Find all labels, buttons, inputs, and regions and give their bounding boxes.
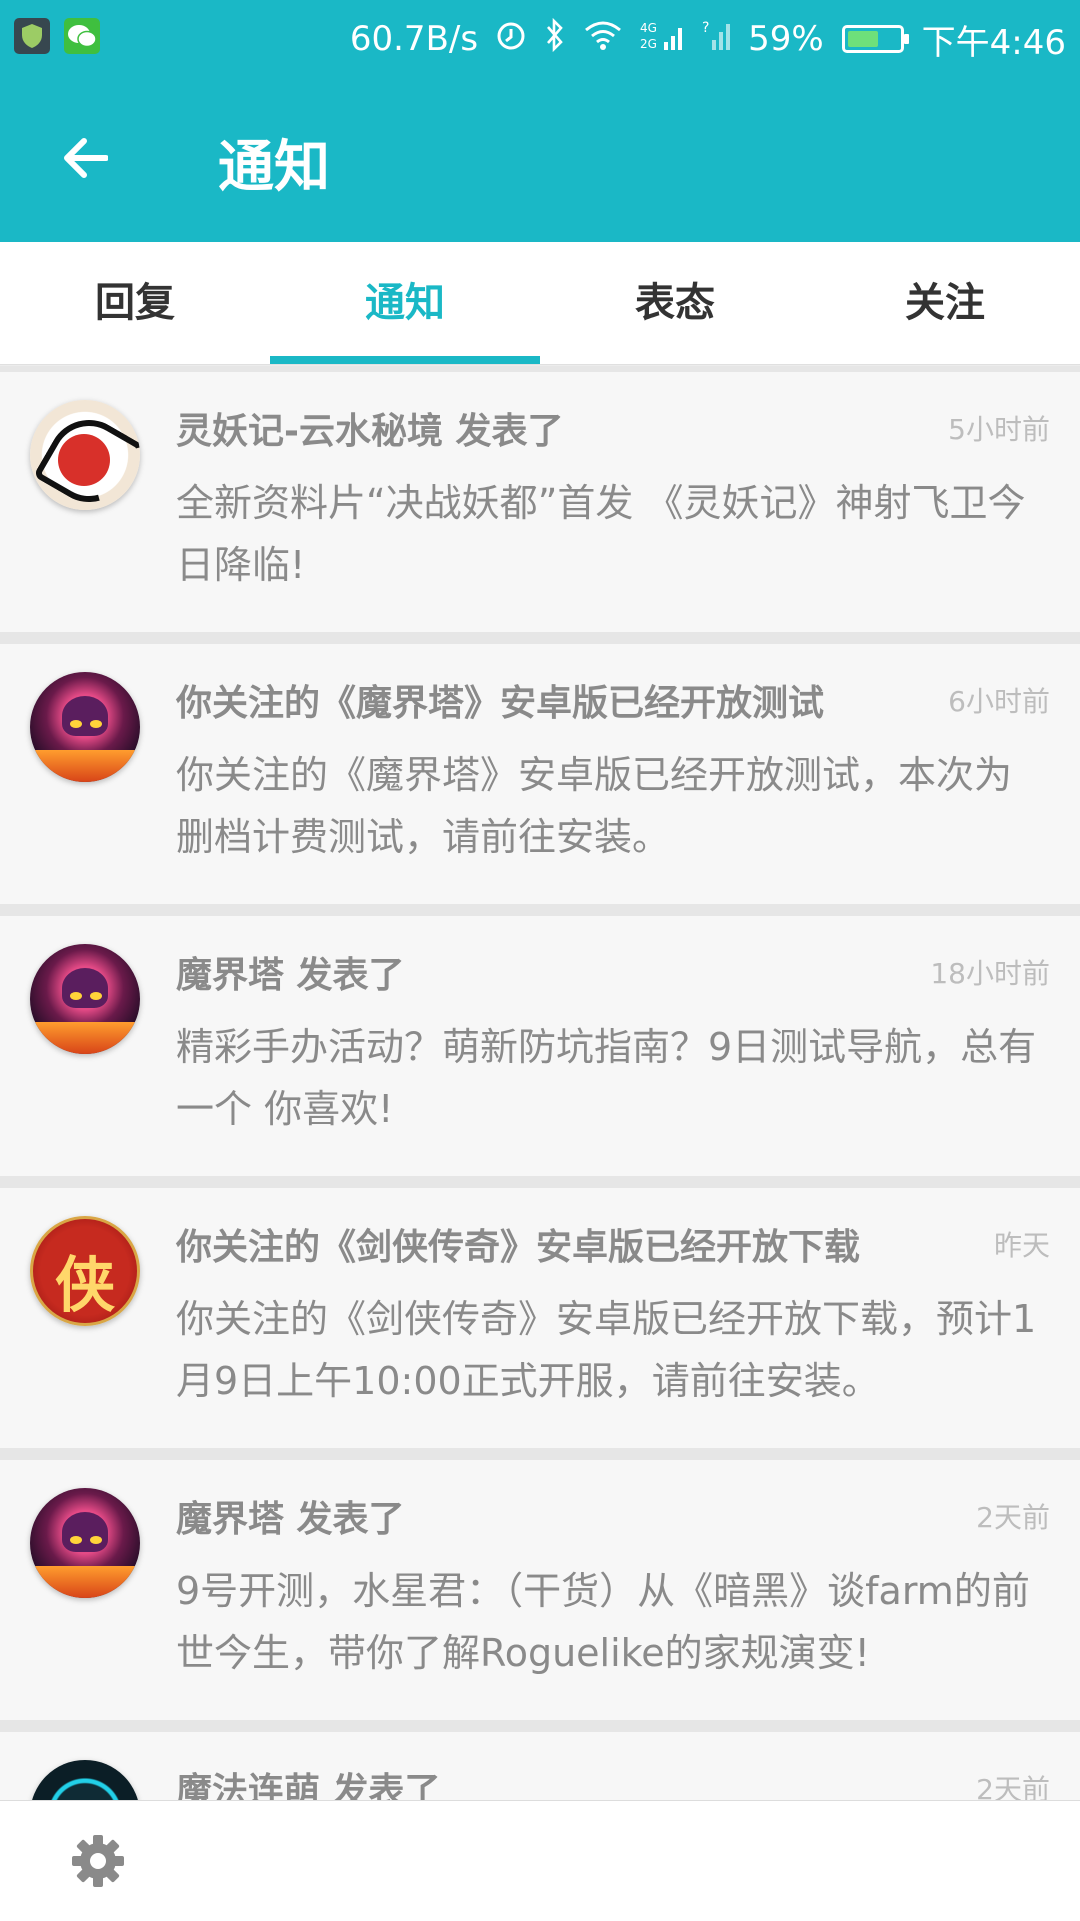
back-button[interactable] xyxy=(50,128,120,188)
clock: 下午4:46 xyxy=(921,22,1066,63)
avatar xyxy=(30,672,140,782)
avatar xyxy=(30,944,140,1054)
svg-text:?: ? xyxy=(702,20,709,36)
battery-icon xyxy=(841,25,909,53)
notification-title: 灵妖记-云水秘境 发表了 xyxy=(176,411,564,452)
tab-replies[interactable]: 回复 xyxy=(0,242,270,364)
notification-time: 18小时前 xyxy=(930,957,1050,990)
notification-time: 6小时前 xyxy=(948,685,1050,718)
notification-time: 5小时前 xyxy=(948,413,1050,446)
notification-title: 你关注的《剑侠传奇》安卓版已经开放下载 xyxy=(176,1227,861,1268)
network-speed: 60.7B/s xyxy=(349,19,479,59)
wechat-icon xyxy=(64,18,100,54)
status-right: 60.7B/s 4G 2G ? 59% 下午4:46 xyxy=(350,14,1066,64)
notification-title: 魔法连萌 发表了 xyxy=(176,1771,441,1800)
notification-body: 你关注的《剑侠传奇》安卓版已经开放下载，预计1月9日上午10:00正式开服，请前… xyxy=(176,1297,1037,1403)
bottom-bar xyxy=(0,1800,1080,1921)
cellular-signal-icon: 4G 2G xyxy=(640,18,684,61)
bluetooth-icon xyxy=(544,17,566,61)
notification-item[interactable]: 魔界塔 发表了 18小时前 精彩手办活动？萌新防坑指南？9日测试导航，总有一个 … xyxy=(0,916,1080,1188)
avatar xyxy=(30,1760,140,1800)
svg-text:2G: 2G xyxy=(640,37,657,51)
notification-body: 你关注的《魔界塔》安卓版已经开放测试，本次为删档计费测试，请前往安装。 xyxy=(176,753,1013,859)
notification-item[interactable]: 灵妖记-云水秘境 发表了 5小时前 全新资料片“决战妖都”首发 《灵妖记》神射飞… xyxy=(0,366,1080,644)
avatar xyxy=(30,1488,140,1598)
battery-percent: 59% xyxy=(748,19,824,59)
alarm-icon xyxy=(496,18,526,61)
notification-list: 灵妖记-云水秘境 发表了 5小时前 全新资料片“决战妖都”首发 《灵妖记》神射飞… xyxy=(0,366,1080,1800)
notification-item[interactable]: 魔界塔 发表了 2天前 9号开测，水星君：（干货）从《暗黑》谈farm的前世今生… xyxy=(0,1460,1080,1732)
tab-notifications[interactable]: 通知 xyxy=(270,242,540,364)
settings-button[interactable] xyxy=(68,1831,128,1891)
gear-icon xyxy=(72,1835,124,1887)
wifi-icon xyxy=(584,19,622,59)
notification-item[interactable]: 魔法连萌 发表了 2天前 xyxy=(0,1732,1080,1800)
status-left-icons xyxy=(14,18,100,54)
tab-bar: 回复 通知 表态 关注 xyxy=(0,242,1080,365)
battery-fill xyxy=(847,31,878,47)
arrow-left-icon xyxy=(64,138,108,178)
no-sim-signal-icon: ? xyxy=(702,18,731,61)
svg-text:4G: 4G xyxy=(640,21,657,35)
notification-title: 魔界塔 发表了 xyxy=(176,955,405,996)
page-title: 通知 xyxy=(218,135,330,200)
app-bar: 通知 xyxy=(0,78,1080,242)
tab-reactions[interactable]: 表态 xyxy=(540,242,810,364)
notification-time: 2天前 xyxy=(976,1501,1050,1534)
avatar: 侠 xyxy=(30,1216,140,1326)
notification-title: 魔界塔 发表了 xyxy=(176,1499,405,1540)
status-bar: 60.7B/s 4G 2G ? 59% 下午4:46 xyxy=(0,0,1080,78)
tab-following[interactable]: 关注 xyxy=(810,242,1080,364)
notification-item[interactable]: 你关注的《魔界塔》安卓版已经开放测试 6小时前 你关注的《魔界塔》安卓版已经开放… xyxy=(0,644,1080,916)
notification-body: 精彩手办活动？萌新防坑指南？9日测试导航，总有一个 你喜欢! xyxy=(176,1025,1037,1131)
notification-body: 全新资料片“决战妖都”首发 《灵妖记》神射飞卫今日降临! xyxy=(176,481,1026,587)
notification-time: 昨天 xyxy=(993,1229,1050,1262)
notification-body: 9号开测，水星君：（干货）从《暗黑》谈farm的前世今生，带你了解Rogueli… xyxy=(176,1569,1030,1675)
notification-time: 2天前 xyxy=(976,1773,1050,1800)
notification-item[interactable]: 侠 你关注的《剑侠传奇》安卓版已经开放下载 昨天 你关注的《剑侠传奇》安卓版已经… xyxy=(0,1188,1080,1460)
notification-title: 你关注的《魔界塔》安卓版已经开放测试 xyxy=(176,683,825,724)
avatar xyxy=(30,400,140,510)
shield-app-icon xyxy=(14,18,50,54)
